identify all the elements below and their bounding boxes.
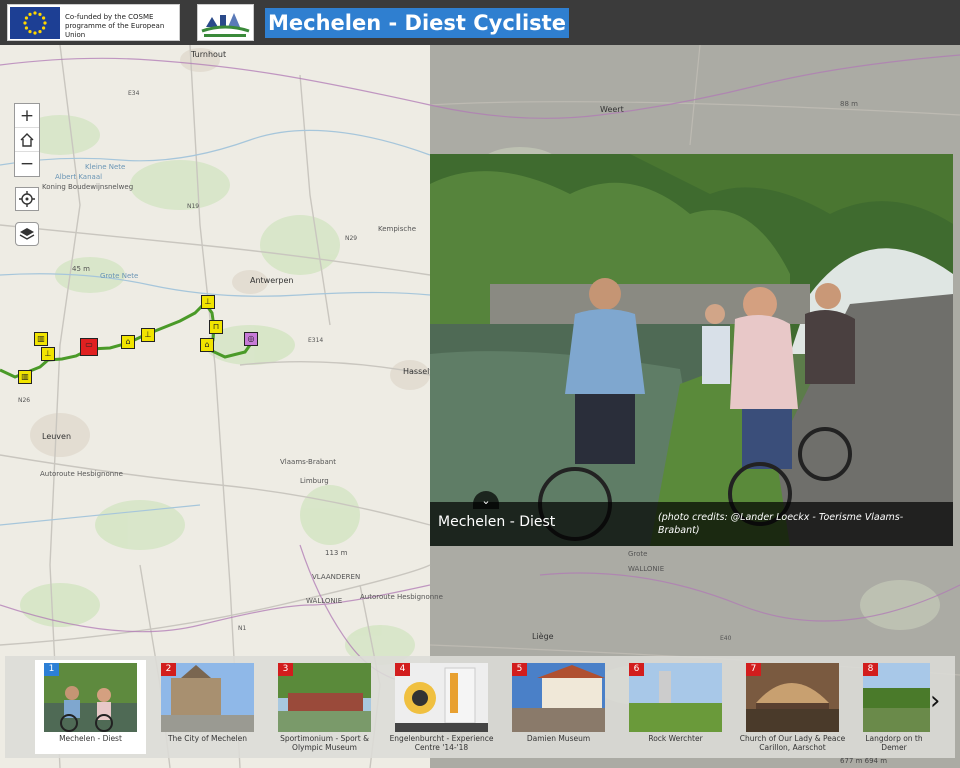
- poi-monument-marker-2[interactable]: ⊥: [141, 328, 155, 342]
- carousel-item-8[interactable]: 8 Langdorp on th Demer: [854, 660, 930, 754]
- label-hasselt: Hasselt: [403, 367, 433, 376]
- label-antwerpen: Antwerpen: [250, 276, 294, 285]
- label-hesbignonne-1: Autoroute Hesbignonne: [40, 470, 123, 478]
- label-vlaanderen: VLAANDEREN: [312, 573, 361, 581]
- layers-icon: [19, 228, 35, 240]
- label-n26: N26: [18, 397, 31, 404]
- locate-button[interactable]: [15, 187, 39, 211]
- layers-button[interactable]: [15, 222, 39, 246]
- label-elev-113: 113 m: [325, 549, 348, 557]
- label-weert: Weert: [600, 105, 624, 114]
- item-caption: Damien Museum: [526, 734, 591, 743]
- carousel-item-2[interactable]: 2 The City of Mechelen: [152, 660, 263, 754]
- label-e314: E314: [308, 337, 324, 344]
- item-caption: Rock Werchter: [648, 734, 703, 743]
- cyclists-photo: [430, 154, 953, 546]
- poi-fort-marker[interactable]: ⊓: [209, 320, 223, 334]
- thumbnail: 1: [44, 663, 137, 732]
- item-number: 3: [278, 663, 293, 676]
- zoom-controls: + −: [14, 103, 40, 177]
- crosshair-icon: [19, 191, 35, 207]
- map-scale: 677 m 694 m: [840, 757, 888, 765]
- label-albert-kanaal: Albert Kanaal: [55, 173, 103, 181]
- label-grote-nete: Grote Nete: [100, 272, 139, 280]
- popup-caption-bar: Mechelen - Diest (photo credits: @Lander…: [430, 502, 953, 546]
- item-caption: Engelenburcht - Experience Centre '14-'1…: [389, 734, 494, 752]
- label-n29: N29: [345, 235, 358, 242]
- carousel-item-1[interactable]: 1 Mechelen - Diest: [35, 660, 146, 754]
- home-button[interactable]: [15, 128, 39, 152]
- poi-monument-marker[interactable]: ⊥: [41, 347, 55, 361]
- item-number: 5: [512, 663, 527, 676]
- item-caption: Church of Our Lady & Peace Carillon, Aar…: [739, 734, 846, 752]
- page-title: Mechelen - Diest Cycliste: [265, 8, 569, 38]
- item-number: 1: [44, 663, 59, 676]
- label-n19: N19: [187, 203, 200, 210]
- eu-cosme-text: Co-funded by the COSME programme of the …: [65, 13, 165, 39]
- thumbnail: 8: [863, 663, 930, 732]
- item-number: 6: [629, 663, 644, 676]
- thumbnail: 4: [395, 663, 488, 732]
- zoom-out-button[interactable]: −: [15, 152, 39, 176]
- label-elev-45: 45 m: [72, 265, 90, 273]
- label-n1: N1: [238, 625, 247, 632]
- label-turnhout: Turnhout: [191, 50, 227, 59]
- photo-credit: (photo credits: @Lander Loeckx - Toerism…: [658, 512, 904, 536]
- poi-museum-marker[interactable]: ▥: [34, 332, 48, 346]
- poi-monument-marker-3[interactable]: ⊥: [201, 295, 215, 309]
- label-limburg: Limburg: [300, 477, 329, 485]
- label-grote-right: Grote: [628, 550, 648, 558]
- poi-selected-marker[interactable]: ▭: [80, 338, 98, 356]
- item-caption: The City of Mechelen: [167, 734, 248, 743]
- item-number: 7: [746, 663, 761, 676]
- poi-church-marker-2[interactable]: ⌂: [200, 338, 214, 352]
- label-wallonie: WALLONIE: [306, 597, 343, 605]
- thumbnail: 7: [746, 663, 839, 732]
- home-icon: [20, 132, 34, 147]
- carousel-item-6[interactable]: 6 Rock Werchter: [620, 660, 731, 754]
- label-elev-88: 88 m: [840, 100, 858, 108]
- carousel-item-3[interactable]: 3 Sportimonium - Sport & Olympic Museum: [269, 660, 380, 754]
- label-wallonie-right: WALLONIE: [628, 565, 665, 573]
- carousel-next-button[interactable]: ›: [930, 686, 940, 716]
- thumbnail: 6: [629, 663, 722, 732]
- label-e34: E34: [128, 90, 140, 97]
- label-hesbignonne-2: Autoroute Hesbignonne: [360, 593, 443, 601]
- item-number: 8: [863, 663, 878, 676]
- carousel-item-7[interactable]: 7 Church of Our Lady & Peace Carillon, A…: [737, 660, 848, 754]
- carousel-item-4[interactable]: 4 Engelenburcht - Experience Centre '14-…: [386, 660, 497, 754]
- poi-church-marker[interactable]: ⌂: [121, 335, 135, 349]
- label-leuven: Leuven: [42, 432, 72, 441]
- poi-castle-marker[interactable]: ▥: [18, 370, 32, 384]
- popup-title: Mechelen - Diest: [438, 514, 556, 530]
- thumbnail: 5: [512, 663, 605, 732]
- story-popup: Mechelen - Diest (photo credits: @Lander…: [430, 154, 953, 546]
- greenway-heritage-logo: [197, 4, 254, 41]
- item-number: 2: [161, 663, 176, 676]
- poi-heritage-marker[interactable]: ◎: [244, 332, 258, 346]
- label-e40: E40: [720, 635, 732, 642]
- item-caption: Sportimonium - Sport & Olympic Museum: [280, 734, 369, 752]
- thumbnail: 3: [278, 663, 371, 732]
- label-liege: Liège: [532, 632, 554, 641]
- label-koning: Koning Boudewijnsnelweg: [42, 183, 134, 191]
- eu-flag-icon: [10, 7, 60, 39]
- carousel-item-5[interactable]: 5 Damien Museum: [503, 660, 614, 754]
- zoom-in-button[interactable]: +: [15, 104, 39, 128]
- story-carousel: 1 Mechelen - Diest 2 The City of Mechele…: [5, 656, 955, 758]
- item-number: 4: [395, 663, 410, 676]
- item-caption: Langdorp on th Demer: [865, 734, 923, 752]
- label-vlaams-brabant: Vlaams-Brabant: [280, 458, 336, 466]
- eu-cosme-logo: Co-funded by the COSME programme of the …: [7, 4, 180, 41]
- item-caption: Mechelen - Diest: [59, 734, 122, 743]
- label-kleine-nete: Kleine Nete: [85, 163, 126, 171]
- label-kempische: Kempische: [378, 225, 416, 233]
- app-header: Co-funded by the COSME programme of the …: [0, 0, 960, 45]
- thumbnail: 2: [161, 663, 254, 732]
